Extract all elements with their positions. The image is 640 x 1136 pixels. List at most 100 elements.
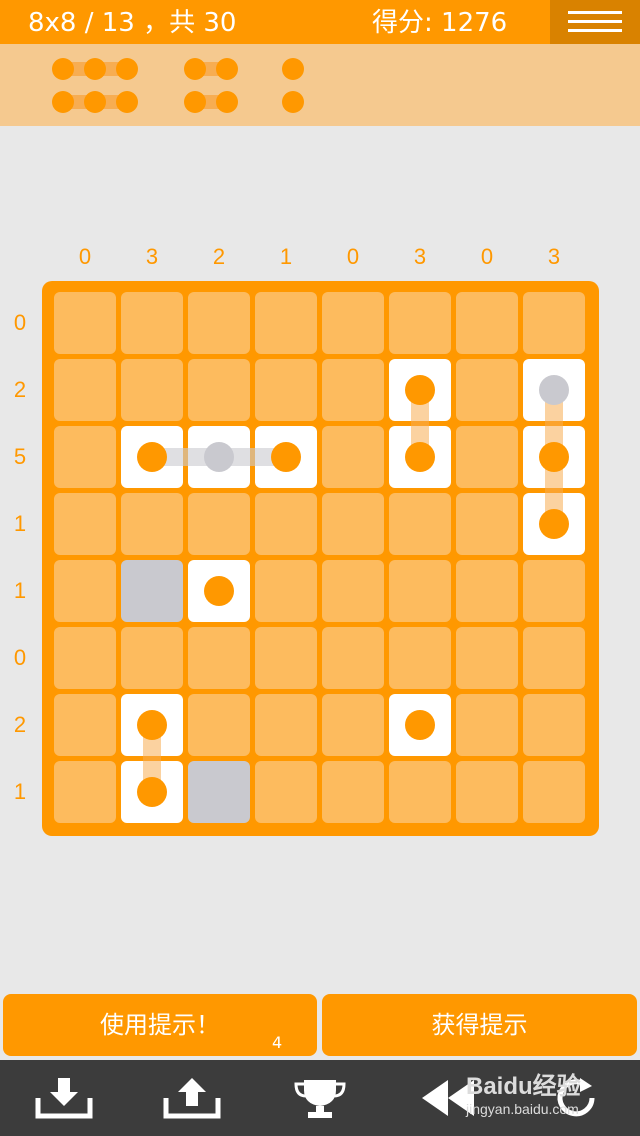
piece-dot	[539, 509, 569, 539]
board-cell[interactable]	[322, 426, 384, 488]
board-cell[interactable]	[121, 292, 183, 354]
watermark-brand: Baidu经验	[466, 1073, 581, 1100]
board-cell[interactable]	[188, 359, 250, 421]
board-cell[interactable]	[322, 292, 384, 354]
score-display: 得分: 1276	[372, 8, 508, 38]
piece-dot	[405, 442, 435, 472]
piece-dot	[137, 777, 167, 807]
board-cell[interactable]	[389, 560, 451, 622]
board-cell[interactable]	[523, 627, 585, 689]
menu-icon-line	[568, 11, 622, 14]
board-cell[interactable]	[255, 761, 317, 823]
board-cell[interactable]	[54, 292, 116, 354]
get-hint-label: 获得提示	[431, 1011, 528, 1039]
trophy-icon[interactable]	[290, 1076, 350, 1120]
board-cell[interactable]	[188, 292, 250, 354]
legend-piece-dot	[116, 58, 138, 80]
row-clue: 1	[13, 779, 27, 804]
column-clue: 0	[78, 244, 92, 269]
column-clue: 2	[212, 244, 226, 269]
board-cell[interactable]	[54, 694, 116, 756]
legend-piece-2	[184, 58, 238, 80]
board-cell[interactable]	[121, 627, 183, 689]
board-cell[interactable]	[121, 359, 183, 421]
menu-button[interactable]	[550, 0, 640, 44]
board-cell[interactable]	[255, 560, 317, 622]
get-hint-button[interactable]: 获得提示	[322, 994, 637, 1056]
download-icon[interactable]	[34, 1076, 94, 1120]
board-cell[interactable]	[54, 560, 116, 622]
board-cell[interactable]	[456, 426, 518, 488]
board-cell[interactable]	[456, 694, 518, 756]
board-cell[interactable]	[322, 627, 384, 689]
board-cell[interactable]	[188, 627, 250, 689]
board-cell[interactable]	[322, 694, 384, 756]
board-cell[interactable]	[389, 292, 451, 354]
legend-piece-dot	[52, 58, 74, 80]
board-cell[interactable]	[322, 493, 384, 555]
board-cell[interactable]	[456, 627, 518, 689]
row-clue: 5	[13, 444, 27, 469]
row-clue: 0	[13, 310, 27, 335]
legend-piece-dot	[84, 58, 106, 80]
board-cell[interactable]	[322, 560, 384, 622]
board-cell[interactable]	[456, 761, 518, 823]
watermark-url: jingyan.baidu.com	[466, 1101, 579, 1117]
legend-piece-dot	[216, 91, 238, 113]
piece-dot	[271, 442, 301, 472]
board-cell[interactable]	[456, 560, 518, 622]
board-cell[interactable]	[255, 292, 317, 354]
top-bar: 8x8 / 13 ，共 30 得分: 1276	[0, 0, 640, 44]
upload-icon[interactable]	[162, 1076, 222, 1120]
board-cell[interactable]	[322, 761, 384, 823]
piece-dot	[204, 576, 234, 606]
board-cell-blocked[interactable]	[121, 560, 183, 622]
board-cell[interactable]	[54, 627, 116, 689]
piece-dot	[137, 442, 167, 472]
board-cell[interactable]	[255, 359, 317, 421]
legend-piece-1	[282, 58, 304, 80]
legend-piece-dot	[184, 58, 206, 80]
legend-piece-dot	[282, 58, 304, 80]
column-clue: 0	[480, 244, 494, 269]
board-cell[interactable]	[255, 627, 317, 689]
board-cell[interactable]	[389, 493, 451, 555]
board-cell[interactable]	[188, 694, 250, 756]
legend-piece-dot	[52, 91, 74, 113]
board-cell[interactable]	[523, 560, 585, 622]
legend-piece-3	[52, 91, 138, 113]
board-cell-blocked[interactable]	[188, 761, 250, 823]
row-clue: 2	[13, 377, 27, 402]
piece-dot	[405, 710, 435, 740]
row-clue: 1	[13, 511, 27, 536]
column-clue: 3	[413, 244, 427, 269]
board-cell[interactable]	[188, 493, 250, 555]
row-clue: 0	[13, 645, 27, 670]
level-indicator: 8x8 / 13 ，共 30	[28, 8, 237, 38]
board-cell[interactable]	[54, 359, 116, 421]
game-board	[42, 281, 599, 836]
board-cell[interactable]	[54, 493, 116, 555]
board-cell[interactable]	[456, 359, 518, 421]
board-cell[interactable]	[389, 627, 451, 689]
board-cell[interactable]	[54, 426, 116, 488]
use-hint-button[interactable]: 使用提示！	[3, 994, 317, 1056]
legend-piece-3	[52, 58, 138, 80]
board-cell[interactable]	[54, 761, 116, 823]
board-cell[interactable]	[456, 292, 518, 354]
legend-piece-2	[184, 91, 238, 113]
board-cell[interactable]	[255, 493, 317, 555]
piece-dot	[137, 710, 167, 740]
board-cell[interactable]	[456, 493, 518, 555]
board-cell[interactable]	[523, 694, 585, 756]
menu-icon-line	[568, 20, 622, 23]
board-cell[interactable]	[322, 359, 384, 421]
board-cell[interactable]	[121, 493, 183, 555]
piece-dot	[539, 442, 569, 472]
board-cell[interactable]	[255, 694, 317, 756]
row-clue: 2	[13, 712, 27, 737]
board-cell[interactable]	[523, 292, 585, 354]
board-cell[interactable]	[523, 761, 585, 823]
board-cell[interactable]	[389, 761, 451, 823]
legend-piece-dot	[116, 91, 138, 113]
